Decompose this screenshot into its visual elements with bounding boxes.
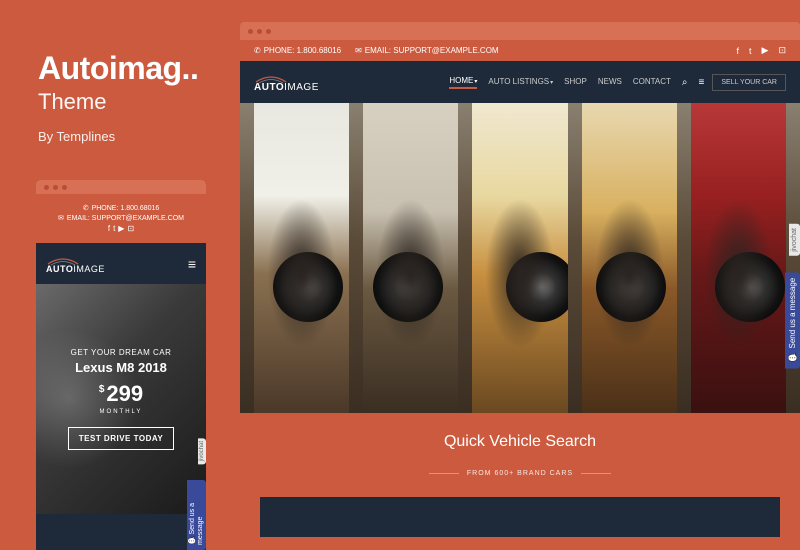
search-subtitle: FROM 600+ BRAND CARS (429, 470, 611, 477)
car-wheel (506, 252, 568, 322)
car-wheel (715, 252, 785, 322)
mobile-navbar: AUTOIMAGE ≡ (36, 243, 206, 284)
mobile-hero: GET YOUR DREAM CAR Lexus M8 2018 $299 MO… (36, 284, 206, 514)
hero-model: Lexus M8 2018 (75, 360, 167, 375)
price-period: MONTHLY (100, 409, 143, 415)
main-navbar: AUTOIMAGE HOME▾ AUTO LISTINGS▾ SHOP NEWS… (240, 61, 800, 103)
car-wheel (373, 252, 443, 322)
nav-news[interactable]: NEWS (598, 77, 622, 88)
search-form[interactable] (260, 497, 780, 537)
mobile-preview: ✆ PHONE: 1.800.68016 ✉ EMAIL: SUPPORT@EX… (36, 180, 206, 550)
facebook-icon[interactable]: f (737, 45, 740, 56)
desktop-preview: ✆ PHONE: 1.800.68016 ✉ EMAIL: SUPPORT@EX… (240, 22, 800, 550)
nav-auto-listings[interactable]: AUTO LISTINGS▾ (488, 77, 553, 88)
hero-slice (582, 103, 677, 413)
hero-carousel[interactable] (240, 103, 800, 413)
chrome-dot (62, 185, 67, 190)
browser-chrome (240, 22, 800, 40)
mobile-email[interactable]: ✉ EMAIL: SUPPORT@EXAMPLE.COM (40, 214, 202, 222)
nav-menu: HOME▾ AUTO LISTINGS▾ SHOP NEWS CONTACT ⌕… (449, 76, 704, 89)
email-icon: ✉ (58, 214, 64, 222)
logo-arc-icon (254, 71, 288, 81)
hero-tagline: GET YOUR DREAM CAR (71, 348, 172, 357)
jivochat-widget[interactable]: 💬 Send us a message (187, 480, 206, 550)
browser-chrome (36, 180, 206, 194)
currency-symbol: $ (99, 384, 105, 395)
search-icon[interactable]: ⌕ (682, 77, 688, 88)
menu-icon[interactable]: ≡ (699, 77, 705, 88)
hero-price: $299 (99, 381, 143, 407)
hamburger-icon[interactable]: ≡ (188, 256, 196, 272)
youtube-icon[interactable]: ▶ (762, 45, 769, 56)
chat-icon: 💬 (189, 536, 196, 545)
car-wheel (596, 252, 666, 322)
chevron-down-icon: ▾ (474, 79, 477, 85)
theme-title-block: Autoimag.. Theme By Templines (38, 50, 198, 144)
chat-icon: 💬 (788, 353, 797, 363)
chrome-dot (257, 29, 262, 34)
phone-icon: ✆ (83, 204, 89, 212)
vehicle-search-section: Quick Vehicle Search FROM 600+ BRAND CAR… (240, 413, 800, 537)
hero-slice (254, 103, 349, 413)
mobile-top-bar: ✆ PHONE: 1.800.68016 ✉ EMAIL: SUPPORT@EX… (36, 194, 206, 243)
instagram-icon[interactable]: ⊡ (778, 45, 786, 56)
mobile-logo[interactable]: AUTOIMAGE (46, 253, 105, 274)
chrome-dot (248, 29, 253, 34)
nav-contact[interactable]: CONTACT (633, 77, 671, 88)
theme-author: By Templines (38, 129, 198, 144)
nav-shop[interactable]: SHOP (564, 77, 587, 88)
chrome-dot (266, 29, 271, 34)
phone-contact[interactable]: ✆ PHONE: 1.800.68016 (254, 46, 341, 55)
nav-home[interactable]: HOME▾ (449, 76, 477, 89)
instagram-icon[interactable]: ⊡ (127, 224, 134, 233)
chrome-dot (44, 185, 49, 190)
email-icon: ✉ (355, 46, 362, 55)
email-contact[interactable]: ✉ EMAIL: SUPPORT@EXAMPLE.COM (355, 46, 498, 55)
hero-slice (363, 103, 458, 413)
chrome-dot (53, 185, 58, 190)
theme-subtitle: Theme (38, 89, 198, 115)
chevron-down-icon: ▾ (550, 80, 553, 86)
jivochat-widget[interactable]: 💬 Send us a message (785, 272, 800, 368)
facebook-icon[interactable]: f (108, 224, 110, 233)
theme-name: Autoimag.. (38, 50, 198, 87)
twitter-icon[interactable]: t (749, 45, 752, 56)
hero-slice (691, 103, 786, 413)
jivochat-label: jivochat (198, 438, 206, 464)
sell-your-car-button[interactable]: SELL YOUR CAR (712, 74, 786, 91)
hero-slice (472, 103, 567, 413)
logo[interactable]: AUTOIMAGE (254, 71, 319, 93)
test-drive-button[interactable]: TEST DRIVE TODAY (68, 427, 174, 450)
search-title: Quick Vehicle Search (240, 433, 800, 451)
jivochat-label: jivochat (789, 224, 800, 256)
logo-arc-icon (46, 253, 80, 263)
car-wheel (273, 252, 343, 322)
top-contact-bar: ✆ PHONE: 1.800.68016 ✉ EMAIL: SUPPORT@EX… (240, 40, 800, 61)
youtube-icon[interactable]: ▶ (118, 224, 124, 233)
phone-icon: ✆ (254, 46, 261, 55)
twitter-icon[interactable]: t (113, 224, 115, 233)
mobile-phone[interactable]: ✆ PHONE: 1.800.68016 (40, 204, 202, 212)
